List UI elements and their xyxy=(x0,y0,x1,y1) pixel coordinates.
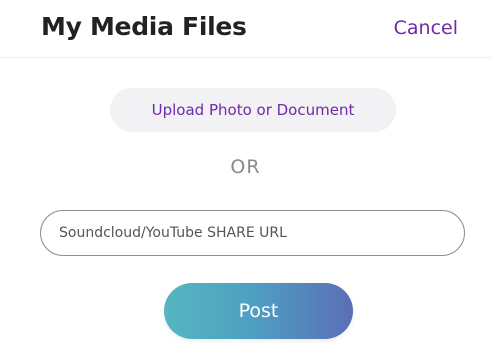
cancel-button[interactable]: Cancel xyxy=(394,14,458,42)
header: My Media Files Cancel xyxy=(0,0,491,58)
upload-photo-or-document-button[interactable]: Upload Photo or Document xyxy=(110,88,396,132)
share-url-input[interactable] xyxy=(40,210,465,256)
or-divider-label: OR xyxy=(230,156,261,178)
page-title: My Media Files xyxy=(41,12,247,41)
post-button[interactable]: Post xyxy=(164,283,353,339)
